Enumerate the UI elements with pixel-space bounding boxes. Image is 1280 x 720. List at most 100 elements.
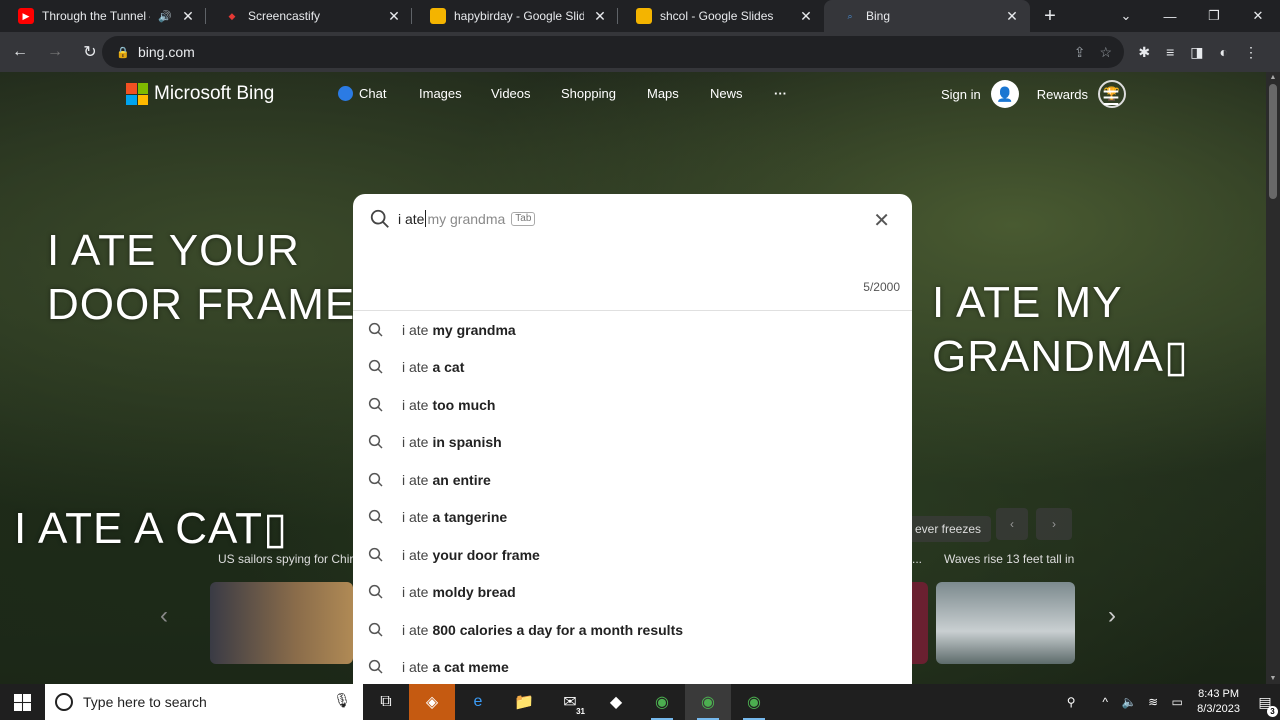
nav-news[interactable]: News [710, 86, 774, 101]
close-tab-icon[interactable]: ✕ [798, 8, 814, 25]
clock[interactable]: 8:43 PM 8/3/2023 [1197, 687, 1240, 717]
side-panel-icon[interactable]: ◨ [1190, 44, 1203, 61]
back-button[interactable]: ← [5, 37, 35, 67]
search-icon [368, 585, 383, 599]
sign-in-link[interactable]: Sign in [941, 87, 981, 102]
close-tab-icon[interactable]: ✕ [592, 8, 608, 25]
suggestion-item[interactable]: i ate your door frame [353, 536, 912, 574]
suggestion-prefix: i ate [402, 621, 429, 638]
app-icon-teal[interactable]: ◈ [409, 684, 455, 720]
close-tab-icon[interactable]: ✕ [1004, 8, 1020, 25]
suggestion-item[interactable]: i ate a cat [353, 349, 912, 387]
suggestion-item[interactable]: i ate my grandma [353, 311, 912, 349]
suggestion-item[interactable]: i ate too much [353, 386, 912, 424]
toolbar-extensions: ✱ ≡ ◨ ◐ ⋮ [1138, 32, 1258, 72]
chrome-icon-2[interactable]: ◉ [731, 684, 777, 720]
chrome-icon[interactable]: ◉ [639, 684, 685, 720]
nav-shopping[interactable]: Shopping [561, 86, 647, 101]
nav-maps[interactable]: Maps [647, 86, 710, 101]
page-scrollbar[interactable]: ▲ ▼ [1266, 72, 1280, 684]
search-input[interactable]: i ate my grandma Tab [398, 210, 536, 227]
news-caption-left[interactable]: US sailors spying for Chir [218, 552, 353, 566]
suggestion-prefix: i ate [402, 396, 429, 413]
lock-icon[interactable]: 🔒 [116, 46, 130, 59]
suggestion-item[interactable]: i ate a cat meme [353, 649, 912, 685]
address-bar[interactable]: 🔒 bing.com ⇪ ☆ [102, 36, 1124, 68]
tab-youtube[interactable]: ▶ Through the Tunnel – Ki 🔊 ✕ [0, 0, 206, 32]
start-button[interactable] [0, 684, 45, 720]
news-caption-mid[interactable]: ever freezes [905, 516, 992, 542]
bookmark-star-icon[interactable]: ☆ [1099, 44, 1112, 61]
file-explorer-icon[interactable]: 📁 [501, 684, 547, 720]
tray-chevron-icon[interactable]: ^ [1093, 695, 1117, 709]
extensions-puzzle-icon[interactable]: ✱ [1138, 44, 1150, 61]
task-view-icon[interactable]: ⧉ [363, 684, 409, 720]
profile-icon[interactable]: ◐ [1220, 44, 1228, 60]
news-image-partial[interactable] [912, 582, 928, 664]
tab-bing[interactable]: ⌕ Bing ✕ [824, 0, 1030, 32]
tab-screencastify[interactable]: ◆ Screencastify ✕ [206, 0, 412, 32]
hamburger-menu-icon[interactable]: ☰ [1102, 86, 1120, 111]
tab-slides-hapybirday[interactable]: hapybirday - Google Slides ✕ [412, 0, 618, 32]
close-window-button[interactable]: ✕ [1236, 0, 1280, 32]
news-image-right[interactable] [936, 582, 1075, 664]
taskbar-search[interactable]: Type here to search 🎙 [45, 684, 363, 720]
share-icon[interactable]: ⇪ [1074, 44, 1086, 61]
minimize-button[interactable]: — [1148, 0, 1192, 32]
chrome-icon-active[interactable]: ◉ [685, 684, 731, 720]
notification-icon[interactable]: ▤ 3 [1250, 694, 1280, 717]
suggestion-item[interactable]: i ate moldy bread [353, 574, 912, 612]
news-image-left[interactable] [210, 582, 353, 664]
suggestion-item[interactable]: i ate a tangerine [353, 499, 912, 537]
carousel-left-arrow-icon[interactable]: ‹ [160, 602, 168, 630]
header-right: Sign in 👤 Rewards 🏆 [941, 80, 1126, 108]
clock-date: 8/3/2023 [1197, 703, 1240, 715]
microphone-icon[interactable]: 🎙 [333, 692, 351, 709]
tab-slides-shcol[interactable]: shcol - Google Slides ✕ [618, 0, 824, 32]
bing-logo[interactable]: Microsoft Bing [126, 83, 274, 105]
search-typed-text: i ate [398, 210, 425, 227]
suggestion-item[interactable]: i ate in spanish [353, 424, 912, 462]
suggestion-item[interactable]: i ate an entire [353, 461, 912, 499]
suggestion-completion: moldy bread [432, 584, 516, 601]
clear-search-icon[interactable]: ✕ [873, 208, 890, 233]
people-icon[interactable]: ⚲ [1059, 695, 1083, 709]
suggestion-item[interactable]: i ate 800 calories a day for a month resu… [353, 611, 912, 649]
tab-search-chevron-icon[interactable]: ⌄ [1104, 0, 1148, 32]
overlay-line: GRANDMA▯ [932, 332, 1190, 381]
search-panel: i ate my grandma Tab ✕ 5/2000 i ate my gr… [353, 194, 912, 684]
edge-icon[interactable]: e [455, 684, 501, 720]
close-tab-icon[interactable]: ✕ [180, 8, 196, 25]
nav-videos[interactable]: Videos [491, 86, 561, 101]
volume-icon[interactable]: 🔈 [1117, 695, 1141, 709]
search-box[interactable]: i ate my grandma Tab ✕ 5/2000 [353, 194, 912, 311]
rewards-link[interactable]: Rewards [1037, 87, 1088, 102]
close-tab-icon[interactable]: ✕ [386, 8, 402, 25]
bing-homepage: Microsoft Bing Chat Images Videos Shoppi… [0, 72, 1266, 684]
avatar-icon[interactable]: 👤 [990, 80, 1019, 108]
news-caption-right[interactable]: Waves rise 13 feet tall in [944, 552, 1074, 566]
media-control-icon[interactable]: ≡ [1166, 44, 1174, 60]
nav-chat[interactable]: Chat [338, 86, 419, 101]
scroll-down-icon[interactable]: ▼ [1266, 675, 1280, 682]
carousel-prev-icon[interactable]: ‹ [996, 508, 1028, 540]
menu-kebab-icon[interactable]: ⋮ [1244, 44, 1258, 61]
scroll-up-icon[interactable]: ▲ [1266, 74, 1280, 81]
forward-button[interactable]: → [40, 37, 70, 67]
speaker-icon[interactable]: 🔊 [158, 10, 172, 23]
nav-more[interactable]: ··· [774, 86, 804, 101]
nav-images[interactable]: Images [419, 86, 491, 101]
reload-button[interactable]: ↻ [75, 37, 105, 67]
battery-icon[interactable]: ▭ [1165, 695, 1189, 709]
carousel-next-icon[interactable]: › [1036, 508, 1072, 540]
restore-button[interactable]: ❐ [1192, 0, 1236, 32]
new-tab-button[interactable]: + [1030, 0, 1070, 32]
roblox-icon[interactable]: ◆ [593, 684, 639, 720]
scroll-thumb[interactable] [1269, 84, 1277, 199]
wifi-icon[interactable]: ≋ [1141, 695, 1165, 709]
search-icon [368, 510, 383, 524]
carousel-right-arrow-icon[interactable]: › [1108, 602, 1116, 630]
overlay-line: DOOR FRAME▯ [47, 280, 381, 329]
search-icon[interactable] [369, 208, 391, 230]
mail-icon[interactable]: ✉ 31 [547, 684, 593, 720]
